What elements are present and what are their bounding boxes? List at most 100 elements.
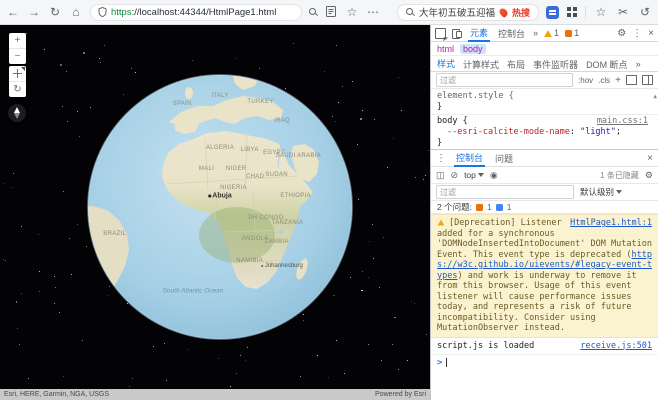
- search-icon: [406, 8, 414, 16]
- screenshot-scissors-icon[interactable]: ✂: [616, 6, 630, 18]
- log-level-selector[interactable]: 默认级别: [580, 186, 622, 198]
- devtools-close-icon[interactable]: ×: [648, 28, 654, 39]
- styles-filter-bar: :hov .cls +: [431, 72, 658, 89]
- console-settings-icon[interactable]: ⚙: [645, 170, 653, 181]
- tab-layout[interactable]: 布局: [507, 56, 525, 72]
- more-tabs-icon[interactable]: »: [533, 28, 538, 38]
- map-viewport[interactable]: SPAINITALYTURKEYIRAQSAUDI ARABIAALGERIAL…: [0, 25, 430, 400]
- warning-triangle-icon: [438, 220, 445, 226]
- drawer-tabbar: ⋮ 控制台 问题 ×: [431, 150, 658, 167]
- new-style-rule-button[interactable]: +: [615, 75, 621, 86]
- home-icon[interactable]: ⌂: [69, 6, 83, 18]
- log-source-link[interactable]: receive.js:501: [580, 341, 652, 351]
- device-toolbar-icon[interactable]: [452, 29, 462, 38]
- toggle-class-button[interactable]: .cls: [598, 76, 610, 85]
- rotate-mode-button[interactable]: ↻: [9, 81, 26, 97]
- computed-sidebar-icon[interactable]: [642, 75, 653, 85]
- drawer-tab-console[interactable]: 控制台: [454, 149, 485, 167]
- tab-computed[interactable]: 计算样式: [463, 56, 499, 72]
- url-text: https://localhost:44344/HtmlPage1.html: [111, 7, 276, 18]
- tab-elements[interactable]: 元素: [468, 24, 490, 42]
- more-actions-icon[interactable]: ⋯: [366, 6, 380, 18]
- text-caret: [446, 358, 447, 367]
- devtools-menu-icon[interactable]: ⋮: [632, 28, 642, 39]
- css-source-link[interactable]: main.css:1: [597, 116, 648, 127]
- tab-dom-breakpoints[interactable]: DOM 断点: [586, 56, 628, 72]
- issues-summary-bar[interactable]: 2 个问题: 1 1: [431, 201, 658, 214]
- more-subtabs-icon[interactable]: »: [636, 59, 641, 69]
- chevron-down-icon: [616, 190, 622, 194]
- page-translate-icon[interactable]: [324, 6, 338, 19]
- zoom-in-button[interactable]: +: [9, 33, 26, 48]
- body-rule-selector[interactable]: body {: [437, 116, 468, 127]
- console-filter-input[interactable]: [436, 185, 574, 199]
- toolbar-divider: [585, 6, 586, 19]
- hot-search-text[interactable]: 大年初五破五迎福: [419, 5, 495, 19]
- styles-pane: ▲ element.style { } body { main.css:1 --…: [431, 89, 658, 149]
- tab-event-listeners[interactable]: 事件监听器: [533, 56, 578, 72]
- apps-grid-icon[interactable]: [567, 7, 577, 17]
- navigation-toggle-widget: ↻: [9, 66, 26, 97]
- extension-area: ☆ ✂ ↺ ☰: [546, 6, 658, 19]
- undo-icon[interactable]: ↺: [638, 6, 652, 18]
- console-warning-message: HtmlPage1.html:1 [Deprecation] Listener …: [431, 214, 658, 338]
- clear-console-icon[interactable]: ⊘: [451, 170, 459, 181]
- issue-square-icon: [565, 30, 572, 37]
- styles-filter-input[interactable]: [436, 73, 573, 87]
- element-state-icon[interactable]: [626, 75, 637, 85]
- hot-search-box[interactable]: 大年初五破五迎福 热搜: [397, 4, 539, 21]
- inspect-element-icon[interactable]: [435, 28, 446, 39]
- console-log-message: script.js is loaded receive.js:501: [431, 338, 658, 355]
- scrollbar-up-icon[interactable]: ▲: [653, 91, 657, 102]
- devtools-settings-icon[interactable]: ⚙: [617, 28, 626, 39]
- context-selector[interactable]: top: [464, 170, 484, 180]
- browser-window: ← → ↻ ⌂ https://localhost:44344/HtmlPage…: [0, 0, 658, 400]
- hot-search-label[interactable]: 热搜: [512, 6, 530, 19]
- tab-styles[interactable]: 样式: [437, 56, 455, 72]
- warning-triangle-icon: [544, 30, 552, 37]
- issue-warning-icon: [476, 204, 483, 211]
- drawer-menu-icon[interactable]: ⋮: [436, 153, 446, 164]
- warning-count-badge[interactable]: 1: [544, 28, 559, 38]
- styles-tabbar: 样式 计算样式 布局 事件监听器 DOM 断点 »: [431, 56, 658, 72]
- hidden-messages-note[interactable]: 1 条已隐藏: [600, 170, 639, 181]
- crumb-body[interactable]: body: [460, 44, 486, 54]
- bookmark-star-icon[interactable]: ☆: [345, 6, 359, 18]
- element-style-rule[interactable]: element.style {: [437, 91, 648, 102]
- tab-console[interactable]: 控制台: [496, 25, 527, 41]
- console-sidebar-icon[interactable]: ◫: [436, 170, 445, 181]
- element-style-close: }: [437, 102, 648, 113]
- issue-count-badge[interactable]: 1: [565, 28, 579, 38]
- crumb-html[interactable]: html: [437, 44, 454, 54]
- address-bar[interactable]: https://localhost:44344/HtmlPage1.html: [90, 4, 302, 21]
- extension-icon[interactable]: [546, 6, 559, 19]
- zoom-out-icon[interactable]: [309, 8, 317, 16]
- devtools-panel: 元素 控制台 » 1 1 ⚙ ⋮ × html body 样式 计算样式 布局 …: [430, 25, 658, 400]
- warning-source-link[interactable]: HtmlPage1.html:1: [570, 218, 652, 229]
- collections-star-icon[interactable]: ☆: [594, 6, 608, 18]
- body-rule-close: }: [437, 138, 648, 149]
- css-property-line[interactable]: --esri-calcite-mode-name: "light";: [437, 127, 648, 138]
- dom-breadcrumbs: html body: [431, 42, 658, 56]
- forward-icon[interactable]: →: [27, 6, 41, 18]
- compass-button[interactable]: [8, 104, 26, 122]
- zoom-out-button[interactable]: −: [9, 48, 26, 64]
- back-icon[interactable]: ←: [6, 6, 20, 18]
- issue-info-icon: [496, 204, 503, 211]
- console-filter-bar: 默认级别: [431, 184, 658, 201]
- globe[interactable]: SPAINITALYTURKEYIRAQSAUDI ARABIAALGERIAL…: [85, 72, 355, 342]
- earth-globe: [85, 72, 355, 342]
- drawer-close-icon[interactable]: ×: [647, 153, 653, 164]
- live-expression-eye-icon[interactable]: ◉: [490, 170, 498, 181]
- console-prompt[interactable]: >: [431, 355, 658, 371]
- reload-icon[interactable]: ↻: [48, 6, 62, 18]
- devtools-tabbar: 元素 控制台 » 1 1 ⚙ ⋮ ×: [431, 25, 658, 42]
- powered-by-esri[interactable]: Powered by Esri: [375, 391, 426, 398]
- pan-mode-button[interactable]: [9, 66, 26, 81]
- prompt-chevron: >: [437, 358, 442, 368]
- drawer-tab-issues[interactable]: 问题: [493, 150, 515, 166]
- zoom-widget: + −: [9, 33, 26, 64]
- toggle-hover-button[interactable]: :hov: [578, 76, 593, 85]
- compass-needle-icon: [12, 107, 22, 119]
- console-toolbar: ◫ ⊘ top ◉ 1 条已隐藏 ⚙: [431, 167, 658, 184]
